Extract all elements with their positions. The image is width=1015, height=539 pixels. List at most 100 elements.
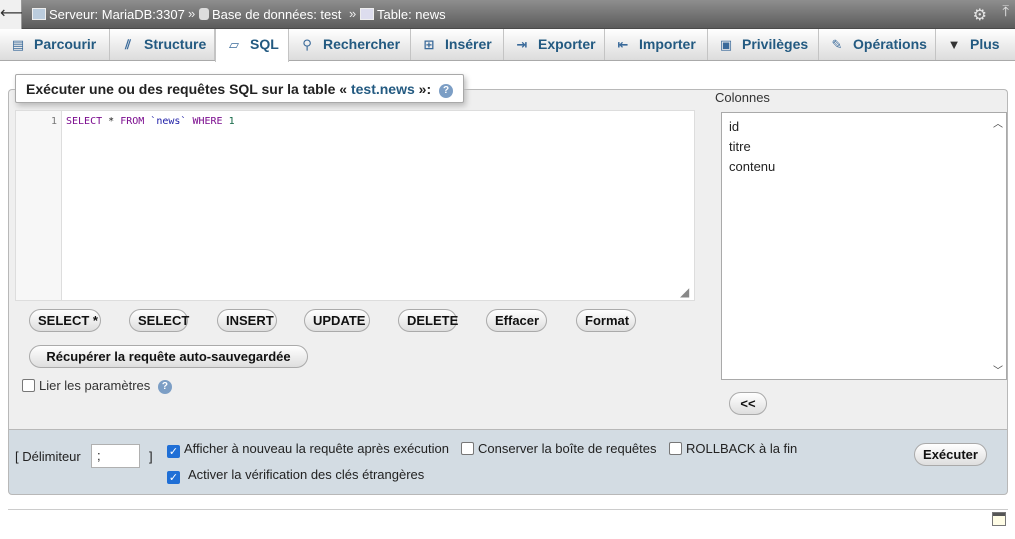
tab-parcourir[interactable]: ▤ Parcourir [0, 29, 110, 60]
sql-table-identifier: `news` [144, 116, 193, 127]
sql-editor[interactable]: 1 SELECT * FROM `news` WHERE 1 ◢ [15, 110, 695, 301]
sql-number: 1 [222, 116, 235, 127]
rollback-option[interactable]: ROLLBACK à la fin [669, 441, 797, 456]
sql-token: * [102, 116, 121, 127]
export-icon: ⇥ [516, 37, 528, 52]
table-icon [360, 8, 374, 20]
structure-icon: ⫽ [125, 37, 131, 52]
insert-column-button[interactable]: << [729, 392, 767, 415]
tab-label: Structure [144, 36, 207, 52]
bind-parameters-checkbox[interactable] [22, 379, 35, 392]
gear-icon[interactable]: ⚙ [973, 5, 987, 25]
rollback-checkbox[interactable] [669, 442, 682, 455]
panel-legend: Exécuter une ou des requêtes SQL sur la … [15, 74, 465, 103]
legend-prefix: Exécuter une ou des requêtes SQL sur la … [26, 81, 348, 97]
line-number-gutter: 1 [16, 111, 62, 300]
delimiter-close-bracket: ] [149, 449, 153, 464]
scroll-down-icon[interactable]: ﹀ [993, 362, 1003, 377]
insert-icon: ⊞ [423, 37, 435, 52]
tab-rechercher[interactable]: ⚲ Rechercher [289, 29, 411, 60]
clear-button[interactable]: Effacer [486, 309, 547, 332]
help-icon[interactable]: ? [439, 84, 454, 98]
browse-icon: ▤ [11, 37, 25, 52]
tab-label: Opérations [853, 36, 927, 52]
sql-keyword: FROM [120, 116, 145, 127]
help-icon[interactable]: ? [157, 380, 172, 394]
resize-grip-icon[interactable]: ◢ [680, 286, 692, 298]
privileges-icon: ▣ [719, 37, 733, 52]
foreign-key-check-option[interactable]: ✓ Activer la vérification des clés étrang… [167, 467, 424, 484]
tab-bar: ▤ Parcourir ⫽ Structure ▱ SQL ⚲ Rechercher ⊞… [0, 29, 1015, 62]
breadcrumb-server[interactable]: Serveur: MariaDB:3307 [32, 7, 185, 22]
column-option[interactable]: contenu [729, 159, 775, 174]
column-option[interactable]: titre [729, 139, 751, 154]
tab-structure[interactable]: ⫽ Structure [110, 29, 215, 60]
query-options-bar [8, 429, 1008, 495]
tab-label: Importer [639, 36, 696, 52]
back-arrow-icon[interactable]: ⟵ [0, 0, 23, 29]
sql-code[interactable]: SELECT * FROM `news` WHERE 1 [66, 116, 235, 127]
console-icon[interactable] [992, 512, 1006, 526]
delimiter-label: [ Délimiteur [15, 449, 81, 464]
tab-label: Rechercher [323, 36, 401, 52]
delimiter-input[interactable]: ; [91, 444, 140, 468]
rollback-label: ROLLBACK à la fin [686, 441, 798, 456]
columns-listbox[interactable]: id titre contenu ︿ ﹀ [721, 112, 1007, 380]
breadcrumb-separator: » [349, 6, 357, 21]
tab-label: Insérer [445, 36, 492, 52]
recover-autosaved-query-button[interactable]: Récupérer la requête auto-sauvegardée [29, 345, 308, 368]
import-icon: ⇤ [617, 37, 629, 52]
columns-label: Colonnes [715, 90, 770, 105]
tab-inserer[interactable]: ⊞ Insérer [411, 29, 504, 60]
database-icon [199, 8, 209, 20]
tab-label: Parcourir [34, 36, 97, 52]
column-option[interactable]: id [729, 119, 739, 134]
format-button[interactable]: Format [576, 309, 636, 332]
tab-importer[interactable]: ⇤ Importer [605, 29, 708, 60]
tab-exporter[interactable]: ⇥ Exporter [504, 29, 605, 60]
sql-keyword: SELECT [66, 116, 103, 127]
server-icon [32, 8, 46, 20]
tab-privileges[interactable]: ▣ Privilèges [708, 29, 819, 60]
select-star-button[interactable]: SELECT * [29, 309, 101, 332]
breadcrumb-table[interactable]: Table: news [360, 7, 446, 22]
tab-label: Plus [970, 36, 1000, 52]
bind-parameters-option[interactable]: Lier les paramètres ? [22, 378, 172, 394]
wrench-icon: ✎ [831, 37, 843, 52]
delete-button[interactable]: DELETE [398, 309, 458, 332]
tab-plus[interactable]: ▼ Plus [936, 29, 1015, 60]
foreign-key-check-label: Activer la vérification des clés étrangè… [188, 467, 425, 482]
sql-keyword: WHERE [192, 116, 223, 127]
legend-table-name: test.news [350, 81, 415, 97]
sql-icon: ▱ [229, 37, 239, 52]
tab-sql[interactable]: ▱ SQL [215, 29, 289, 62]
retain-query-box-checkbox[interactable] [461, 442, 474, 455]
tab-label: Exporter [538, 36, 596, 52]
show-query-label: Afficher à nouveau la requête après exéc… [184, 441, 449, 456]
select-button[interactable]: SELECT [129, 309, 189, 332]
execute-button[interactable]: Exécuter [914, 443, 987, 466]
bind-parameters-label: Lier les paramètres [39, 378, 151, 393]
retain-query-box-label: Conserver la boîte de requêtes [478, 441, 657, 456]
scroll-up-icon[interactable]: ︿ [993, 115, 1003, 130]
breadcrumb-server-label: Serveur: MariaDB:3307 [49, 7, 185, 22]
breadcrumb-database-label: Base de données: test [212, 7, 342, 22]
tab-label: Privilèges [742, 36, 809, 52]
divider [8, 509, 1008, 510]
line-number: 1 [50, 116, 57, 127]
insert-button[interactable]: INSERT [217, 309, 277, 332]
tab-operations[interactable]: ✎ Opérations [819, 29, 936, 60]
top-breadcrumb-bar: ⟵ Serveur: MariaDB:3307 » Base de donnée… [0, 0, 1015, 29]
chevron-down-icon: ▼ [947, 37, 961, 52]
foreign-key-check-checkbox[interactable]: ✓ [167, 471, 180, 484]
legend-suffix: »: [418, 81, 432, 97]
tab-label: SQL [250, 36, 279, 52]
show-query-option[interactable]: ✓ Afficher à nouveau la requête après exé… [167, 441, 449, 458]
collapse-icon[interactable]: ⤒ [1002, 3, 1009, 20]
update-button[interactable]: UPDATE [304, 309, 370, 332]
search-icon: ⚲ [302, 37, 312, 52]
retain-query-box-option[interactable]: Conserver la boîte de requêtes [461, 441, 657, 456]
show-query-checkbox[interactable]: ✓ [167, 445, 180, 458]
breadcrumb-table-label: Table: news [377, 7, 446, 22]
breadcrumb-database[interactable]: Base de données: test [199, 7, 341, 22]
